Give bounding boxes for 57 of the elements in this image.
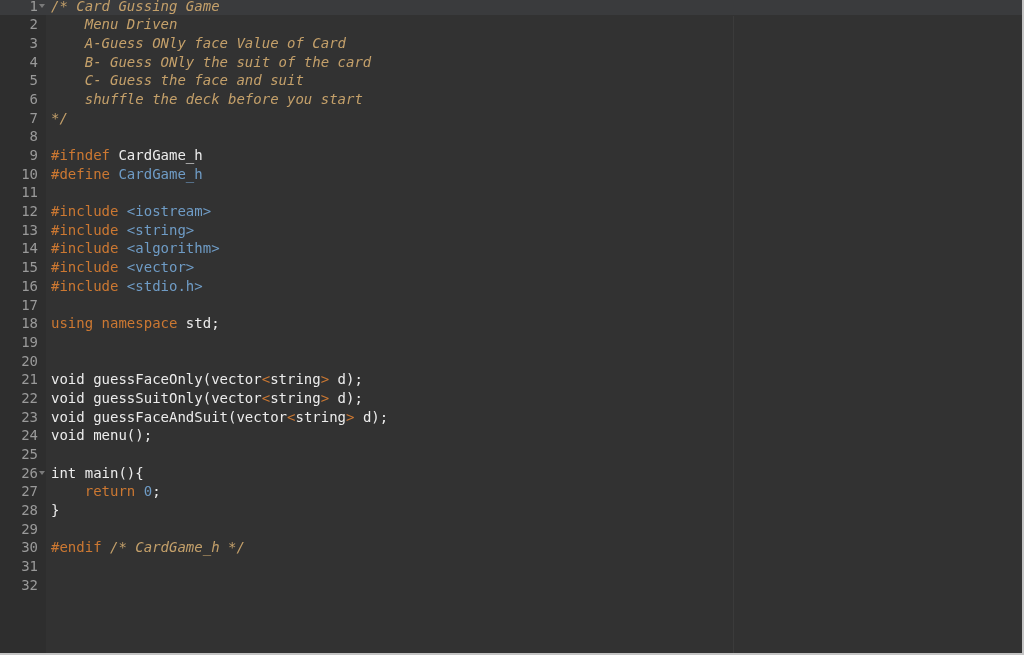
line-number: 17 <box>21 295 38 315</box>
code-line: C- Guess the face and suit <box>83 71 304 90</box>
code-line: void guessFaceOnly(vector<string> d); <box>51 370 363 389</box>
line-number: 5 <box>29 71 38 90</box>
line-number: 29 <box>21 519 38 539</box>
code-line: return 0; <box>83 482 161 502</box>
code-line: #include <stdio.h> <box>51 276 203 296</box>
line-number: 22 <box>21 388 38 408</box>
code-line: B- Guess ONly the suit of the card <box>83 52 372 72</box>
line-number: 19 <box>21 332 38 352</box>
line-number: 25 <box>21 445 38 464</box>
code-line: shuffle the deck before you start <box>83 89 363 109</box>
line-number: 27 <box>21 482 38 502</box>
code-line: #include <iostream> <box>51 202 212 221</box>
code-line: A-Guess ONly face Value of Card <box>83 33 346 53</box>
line-number: 12 <box>21 202 38 221</box>
fold-caret-icon[interactable] <box>39 471 45 476</box>
line-number: 7 <box>29 108 38 128</box>
line-number: 2 <box>29 15 38 34</box>
code-line: void guessFaceAndSuit(vector<string> d); <box>51 407 389 427</box>
code-line: int main(){ <box>51 463 144 483</box>
code-line: /* Card Gussing Game <box>51 0 221 16</box>
code-line: void menu(); <box>51 426 153 445</box>
line-number: 26 <box>21 463 38 483</box>
line-number: 9 <box>29 146 38 165</box>
line-number: 11 <box>21 183 38 203</box>
line-number: 20 <box>21 351 38 371</box>
fold-caret-icon[interactable] <box>39 3 45 8</box>
line-number: 23 <box>21 407 38 427</box>
code-line: #include <vector> <box>51 258 195 277</box>
code-line: */ <box>51 108 68 128</box>
line-number: 32 <box>21 575 38 595</box>
line-number: 21 <box>21 370 38 389</box>
line-number: 16 <box>21 276 38 296</box>
code-line: void guessSuitOnly(vector<string> d); <box>51 388 363 408</box>
code-line: using namespace std; <box>51 314 220 333</box>
line-number: 8 <box>29 127 38 146</box>
code-line: #ifndef CardGame_h <box>51 146 203 165</box>
code-line: #include <algorithm> <box>51 239 220 259</box>
code-line: #define CardGame_h <box>51 164 203 184</box>
line-number: 3 <box>29 33 38 53</box>
line-number: 13 <box>21 220 38 240</box>
code-line: #include <string> <box>51 220 195 240</box>
code-line: #endif /* CardGame_h */ <box>51 538 245 558</box>
line-number: 18 <box>21 314 38 333</box>
line-number: 10 <box>21 164 38 184</box>
code-line: Menu Driven <box>83 15 178 34</box>
line-number: 30 <box>21 538 38 558</box>
code-line: } <box>51 501 60 520</box>
line-number: 24 <box>21 426 38 445</box>
line-number: 1 <box>29 0 38 16</box>
line-number: 15 <box>21 258 38 277</box>
line-number: 14 <box>21 239 38 259</box>
line-number: 4 <box>29 52 38 72</box>
line-number: 6 <box>29 89 38 109</box>
line-number: 31 <box>21 557 38 576</box>
line-number: 28 <box>21 501 38 520</box>
